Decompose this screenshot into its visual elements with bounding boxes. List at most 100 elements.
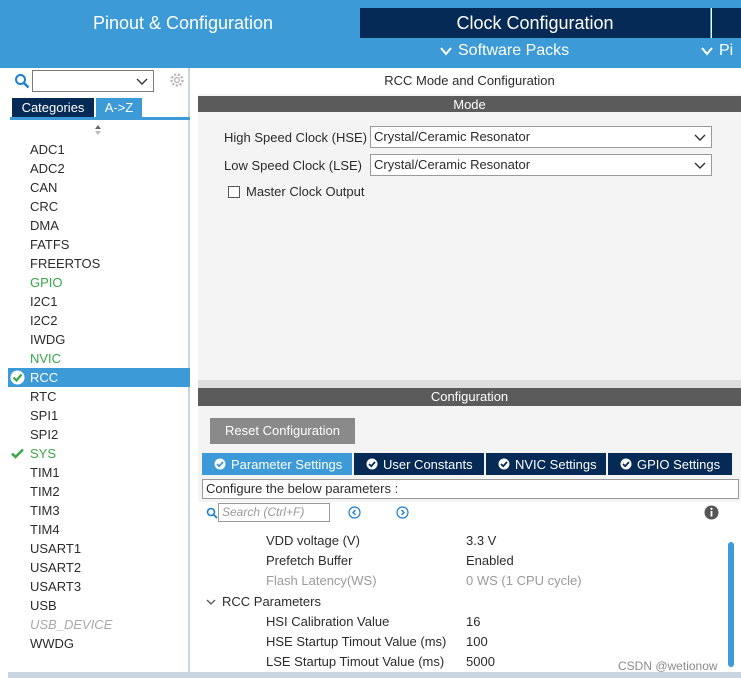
- search-icon[interactable]: [14, 73, 30, 89]
- lse-select[interactable]: Crystal/Ceramic Resonator: [370, 154, 712, 176]
- parameter-value[interactable]: Enabled: [466, 551, 514, 571]
- parameter-value[interactable]: 5000: [466, 652, 495, 672]
- parameter-row[interactable]: VDD voltage (V) 3.3 V: [266, 531, 666, 551]
- peripheral-label: IWDG: [30, 332, 66, 347]
- peripheral-item[interactable]: TIM2: [8, 482, 190, 501]
- parameter-value[interactable]: 100: [466, 632, 488, 652]
- tab-parameter-settings[interactable]: Parameter Settings: [202, 453, 352, 475]
- parameter-name: VDD voltage (V): [266, 533, 360, 548]
- software-packs-menu[interactable]: Software Packs: [440, 42, 569, 60]
- peripheral-item[interactable]: USART3: [8, 577, 190, 596]
- parameter-row[interactable]: HSI Calibration Value 16: [266, 612, 666, 632]
- peripheral-label: USB: [30, 598, 57, 613]
- peripheral-item[interactable]: USART1: [8, 539, 190, 558]
- peripheral-item[interactable]: SPI2: [8, 425, 190, 444]
- lse-row: Low Speed Clock (LSE) Crystal/Ceramic Re…: [224, 154, 712, 176]
- peripheral-item[interactable]: USB: [8, 596, 190, 615]
- chevron-down-icon: [694, 159, 706, 171]
- peripheral-item[interactable]: USB_DEVICE: [8, 615, 190, 634]
- previous-result-icon[interactable]: [348, 506, 361, 519]
- peripheral-item[interactable]: TIM1: [8, 463, 190, 482]
- gear-icon[interactable]: [168, 71, 186, 89]
- configuration-section-header: Configuration: [198, 388, 741, 406]
- parameter-value[interactable]: 16: [466, 612, 480, 632]
- peripheral-item[interactable]: CAN: [8, 178, 190, 197]
- check-circle-icon: [620, 458, 632, 470]
- check-circle-icon: [498, 458, 510, 470]
- parameter-search-input[interactable]: Search (Ctrl+F): [218, 503, 330, 522]
- peripheral-label: RTC: [30, 389, 57, 404]
- tab-clock-configuration[interactable]: Clock Configuration: [360, 8, 710, 38]
- peripheral-label: TIM2: [30, 484, 60, 499]
- peripheral-item[interactable]: DMA: [8, 216, 190, 235]
- parameter-value: 0 WS (1 CPU cycle): [466, 573, 582, 588]
- hse-select[interactable]: Crystal/Ceramic Resonator: [370, 126, 712, 148]
- peripheral-item[interactable]: ADC1: [8, 140, 190, 159]
- group-label: RCC Parameters: [222, 594, 321, 609]
- peripheral-item[interactable]: I2C1: [8, 292, 190, 311]
- master-clock-output-checkbox[interactable]: [228, 185, 240, 198]
- tab-nvic-settings[interactable]: NVIC Settings: [486, 453, 606, 475]
- checkmark-icon: [11, 448, 24, 459]
- subnav-bar: Software Packs Pi: [360, 38, 741, 68]
- parameter-value[interactable]: 3.3 V: [466, 531, 496, 551]
- tab-user-constants[interactable]: User Constants: [354, 453, 484, 475]
- parameter-row[interactable]: LSE Startup Timout Value (ms) 5000: [266, 652, 666, 672]
- peripheral-label: USART2: [30, 560, 82, 575]
- parameter-row[interactable]: Prefetch Buffer Enabled: [266, 551, 666, 571]
- hse-row: High Speed Clock (HSE) Crystal/Ceramic R…: [224, 126, 712, 148]
- peripheral-item[interactable]: ADC2: [8, 159, 190, 178]
- peripheral-search-combo[interactable]: [32, 70, 154, 92]
- info-icon[interactable]: [704, 505, 719, 520]
- tab-categories[interactable]: Categories: [12, 98, 94, 117]
- peripheral-label: I2C2: [30, 313, 58, 328]
- peripheral-item[interactable]: SPI1: [8, 406, 190, 425]
- peripheral-label: RCC: [30, 370, 59, 385]
- peripheral-label: USB_DEVICE: [30, 617, 113, 632]
- master-clock-output-label: Master Clock Output: [246, 184, 365, 199]
- peripheral-item[interactable]: SYS: [8, 444, 190, 463]
- peripheral-item[interactable]: WWDG: [8, 634, 190, 653]
- next-result-icon[interactable]: [396, 506, 409, 519]
- peripheral-label: SPI1: [30, 408, 59, 423]
- peripheral-item[interactable]: IWDG: [8, 330, 190, 349]
- master-clock-output-row: Master Clock Output: [228, 184, 365, 199]
- software-packs-label: Software Packs: [458, 42, 570, 59]
- parameter-area: Search (Ctrl+F) VDD voltage (V) 3.3 V Pref…: [198, 502, 741, 673]
- rcc-parameters-group[interactable]: RCC Parameters: [206, 592, 321, 612]
- peripheral-item[interactable]: TIM4: [8, 520, 190, 539]
- parameter-row[interactable]: Flash Latency(WS) 0 WS (1 CPU cycle): [266, 571, 666, 591]
- tab-pinout-configuration[interactable]: Pinout & Configuration: [8, 8, 358, 38]
- peripheral-item[interactable]: TIM3: [8, 501, 190, 520]
- peripheral-item[interactable]: GPIO: [8, 273, 190, 292]
- top-bar: Pinout & Configuration Clock Configurati…: [0, 0, 741, 68]
- chevron-down-icon: [694, 131, 706, 143]
- sort-arrows-icon[interactable]: [94, 124, 102, 136]
- peripheral-item[interactable]: FATFS: [8, 235, 190, 254]
- parameter-scrollbar[interactable]: [728, 542, 734, 667]
- peripheral-panel: Categories A->Z ADC1 ADC2 CAN CRC DMA FATFS FR…: [8, 68, 190, 672]
- chevron-down-icon[interactable]: [136, 75, 148, 87]
- chevron-down-icon: [440, 45, 452, 57]
- peripheral-label: SPI2: [30, 427, 59, 442]
- pinout-menu[interactable]: Pi: [701, 42, 733, 60]
- peripheral-item[interactable]: USART2: [8, 558, 190, 577]
- parameter-row[interactable]: HSE Startup Timout Value (ms) 100: [266, 632, 666, 652]
- peripheral-item[interactable]: FREERTOS: [8, 254, 190, 273]
- bottom-strip: [8, 672, 741, 678]
- tab-a-to-z[interactable]: A->Z: [96, 98, 142, 117]
- search-icon: [206, 507, 218, 519]
- peripheral-item[interactable]: RTC: [8, 387, 190, 406]
- parameter-name: Prefetch Buffer: [266, 553, 353, 568]
- reset-configuration-button[interactable]: Reset Configuration: [210, 418, 355, 444]
- peripheral-label: ADC2: [30, 161, 65, 176]
- tab-gpio-settings[interactable]: GPIO Settings: [608, 453, 732, 475]
- panel-splitter[interactable]: [198, 380, 741, 388]
- tab-nvic-settings-label: NVIC Settings: [515, 456, 597, 472]
- peripheral-item[interactable]: RCC: [8, 368, 190, 387]
- peripheral-label: I2C1: [30, 294, 58, 309]
- peripheral-item[interactable]: I2C2: [8, 311, 190, 330]
- peripheral-label: ADC1: [30, 142, 65, 157]
- peripheral-item[interactable]: CRC: [8, 197, 190, 216]
- peripheral-item[interactable]: NVIC: [8, 349, 190, 368]
